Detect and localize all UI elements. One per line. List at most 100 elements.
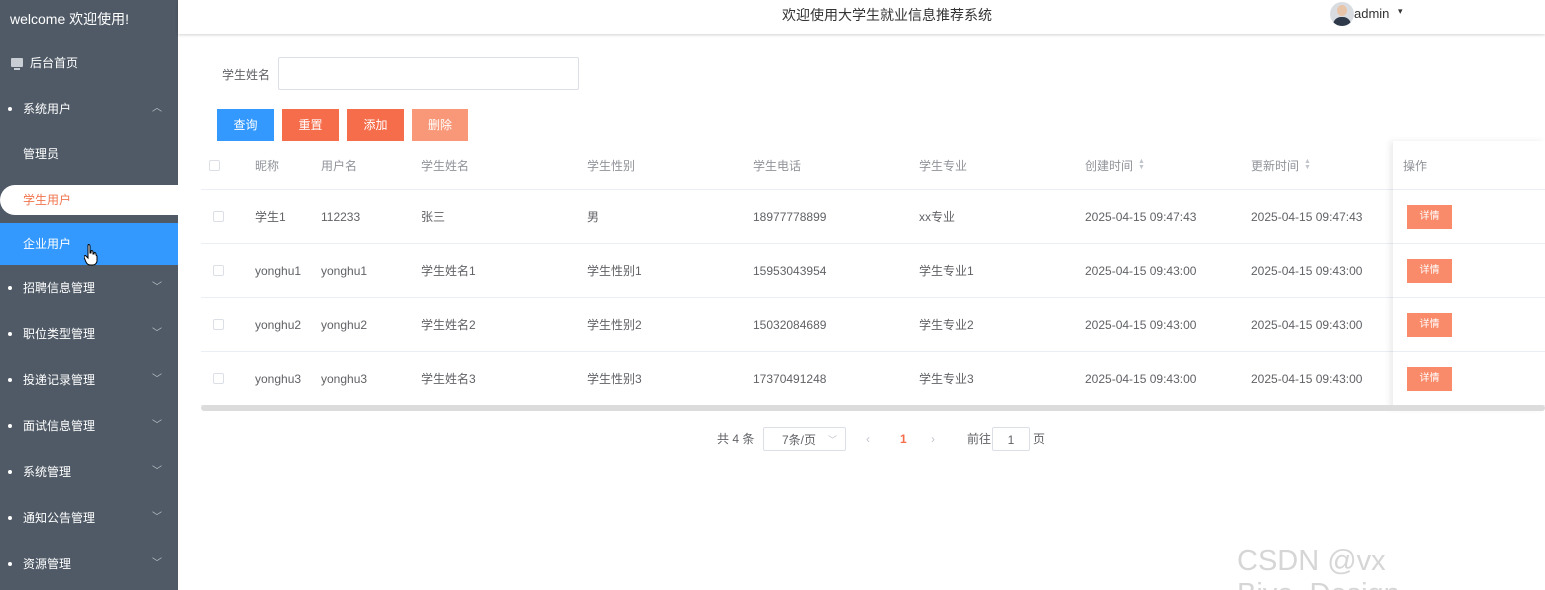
table-cell: 学生专业1 bbox=[919, 264, 974, 278]
table-cell: 2025-04-15 09:47:43 bbox=[1085, 209, 1197, 224]
row-checkbox[interactable] bbox=[213, 352, 224, 405]
chevron-down-icon: ﹀ bbox=[152, 282, 162, 293]
caret-down-icon[interactable]: ▾ bbox=[1398, 6, 1403, 17]
column-header-created[interactable]: 创建时间 ▲ ▼ bbox=[1085, 141, 1145, 189]
row-checkbox[interactable] bbox=[213, 298, 224, 351]
checkbox[interactable] bbox=[213, 373, 224, 384]
table-cell: 17370491248 bbox=[753, 371, 827, 386]
table-cell: 112233 bbox=[321, 209, 361, 224]
welcome-text: welcome 欢迎使用! bbox=[10, 11, 130, 27]
column-header-label: 更新时间 bbox=[1251, 158, 1300, 173]
sidebar-item-system[interactable]: 系统管理 ﹀ bbox=[0, 449, 178, 495]
sidebar-item-label: 资源管理 bbox=[23, 557, 72, 571]
row-checkbox[interactable] bbox=[213, 190, 224, 243]
table-cell: yonghu1 bbox=[255, 263, 302, 278]
chevron-down-icon: ﹀ bbox=[152, 466, 162, 477]
detail-button[interactable]: 详情 bbox=[1407, 312, 1452, 337]
checkbox[interactable] bbox=[213, 265, 224, 276]
column-header: 用户名 bbox=[321, 158, 358, 173]
column-header: 学生专业 bbox=[919, 158, 968, 173]
sidebar-item-label: 系统管理 bbox=[23, 465, 72, 479]
page-size-select[interactable]: 7条/页 ﹀ bbox=[763, 427, 846, 451]
student-name-input[interactable] bbox=[278, 57, 579, 90]
sidebar-item-label: 面试信息管理 bbox=[23, 419, 96, 433]
table-cell: 2025-04-15 09:43:00 bbox=[1251, 263, 1363, 278]
chevron-down-icon: ﹀ bbox=[152, 512, 162, 523]
sidebar: welcome 欢迎使用! 后台首页 系统用户 ︿ 管理员 学生用户 企业用户 … bbox=[0, 0, 178, 590]
chevron-left-icon: ‹ bbox=[866, 432, 870, 446]
bullet-icon bbox=[8, 107, 12, 111]
table-cell: 学生性别1 bbox=[587, 264, 642, 278]
query-button[interactable]: 查询 bbox=[217, 109, 274, 141]
bullet-icon bbox=[8, 424, 12, 428]
chevron-down-icon: ﹀ bbox=[152, 558, 162, 569]
table-cell: 2025-04-15 09:43:00 bbox=[1085, 317, 1197, 332]
table-cell: 学生1 bbox=[255, 210, 286, 224]
prev-page-button[interactable]: ‹ bbox=[866, 427, 870, 451]
table-cell: yonghu2 bbox=[321, 317, 368, 332]
table-row: yonghu3 yonghu3 学生姓名3 学生性别3 17370491248 … bbox=[201, 352, 1545, 406]
sort-icon[interactable]: ▲ ▼ bbox=[1304, 158, 1311, 171]
sidebar-item-resource[interactable]: 资源管理 ﹀ bbox=[0, 541, 178, 587]
table-cell: yonghu3 bbox=[321, 371, 368, 386]
select-all-checkbox[interactable] bbox=[209, 141, 220, 189]
watermark: CSDN @vx Biye_Design bbox=[1237, 545, 1400, 590]
column-header-label: 创建时间 bbox=[1085, 158, 1134, 173]
sidebar-subitem-student[interactable]: 学生用户 bbox=[0, 185, 178, 215]
sidebar-item-label: 投递记录管理 bbox=[23, 373, 96, 387]
table-cell: 学生姓名1 bbox=[421, 264, 476, 278]
column-header-updated[interactable]: 更新时间 ▲ ▼ bbox=[1251, 141, 1311, 189]
user-menu[interactable]: admin bbox=[1354, 6, 1389, 21]
checkbox[interactable] bbox=[213, 211, 224, 222]
table-cell: 2025-04-15 09:43:00 bbox=[1251, 317, 1363, 332]
checkbox[interactable] bbox=[213, 319, 224, 330]
table-row: yonghu2 yonghu2 学生姓名2 学生性别2 15032084689 … bbox=[201, 298, 1545, 352]
table-header-row: 昵称 用户名 学生姓名 学生性别 学生电话 学生专业 创建时间 ▲ ▼ 更新时间 … bbox=[201, 141, 1545, 190]
sidebar-item-interview[interactable]: 面试信息管理 ﹀ bbox=[0, 403, 178, 449]
sidebar-item-label: 后台首页 bbox=[30, 56, 79, 70]
goto-page-input[interactable]: 1 bbox=[992, 427, 1030, 451]
student-table: 昵称 用户名 学生姓名 学生性别 学生电话 学生专业 创建时间 ▲ ▼ 更新时间 … bbox=[201, 141, 1545, 406]
sidebar-item-system-users[interactable]: 系统用户 ︿ bbox=[0, 86, 178, 132]
checkbox[interactable] bbox=[209, 159, 220, 171]
table-cell: yonghu3 bbox=[255, 371, 302, 386]
monitor-icon bbox=[11, 58, 23, 70]
sidebar-item-delivery[interactable]: 投递记录管理 ﹀ bbox=[0, 357, 178, 403]
column-header: 学生性别 bbox=[587, 158, 636, 173]
hand-cursor-icon bbox=[84, 244, 98, 266]
sidebar-subitem-admin[interactable]: 管理员 bbox=[0, 132, 178, 177]
add-button[interactable]: 添加 bbox=[347, 109, 404, 141]
column-header: 昵称 bbox=[255, 158, 280, 173]
column-header: 操作 bbox=[1403, 158, 1428, 173]
sort-icon[interactable]: ▲ ▼ bbox=[1138, 158, 1145, 171]
table-cell: 学生专业3 bbox=[919, 372, 974, 386]
sidebar-item-label: 招聘信息管理 bbox=[23, 281, 96, 295]
sidebar-item-notice[interactable]: 通知公告管理 ﹀ bbox=[0, 495, 178, 541]
table-row: 学生1 112233 张三 男 18977778899 xx专业 2025-04… bbox=[201, 190, 1545, 244]
table-cell: 学生性别2 bbox=[587, 318, 642, 332]
row-checkbox[interactable] bbox=[213, 244, 224, 297]
page-unit-label: 页 bbox=[1033, 432, 1046, 446]
avatar[interactable] bbox=[1330, 2, 1354, 26]
sidebar-item-job-type[interactable]: 职位类型管理 ﹀ bbox=[0, 311, 178, 357]
table-cell: 学生性别3 bbox=[587, 372, 642, 386]
page-size-value: 7条/页 bbox=[782, 433, 817, 447]
detail-button[interactable]: 详情 bbox=[1407, 204, 1452, 229]
detail-button[interactable]: 详情 bbox=[1407, 366, 1452, 391]
page-number-current[interactable]: 1 bbox=[900, 427, 907, 451]
sidebar-item-recruit[interactable]: 招聘信息管理 ﹀ bbox=[0, 265, 178, 311]
bullet-icon bbox=[8, 378, 12, 382]
chevron-up-icon: ︿ bbox=[152, 103, 162, 114]
delete-button[interactable]: 删除 bbox=[412, 109, 468, 141]
table-cell: 18977778899 bbox=[753, 209, 827, 224]
reset-button[interactable]: 重置 bbox=[282, 109, 339, 141]
table-cell: 2025-04-15 09:43:00 bbox=[1085, 263, 1197, 278]
chevron-down-icon: ﹀ bbox=[152, 420, 162, 431]
sidebar-item-label: 职位类型管理 bbox=[23, 327, 96, 341]
next-page-button[interactable]: › bbox=[931, 427, 935, 451]
sidebar-item-home[interactable]: 后台首页 bbox=[0, 40, 178, 86]
column-header: 学生姓名 bbox=[421, 158, 470, 173]
horizontal-scrollbar[interactable] bbox=[201, 405, 1545, 411]
detail-button[interactable]: 详情 bbox=[1407, 258, 1452, 283]
sidebar-item-label: 系统用户 bbox=[23, 102, 72, 116]
